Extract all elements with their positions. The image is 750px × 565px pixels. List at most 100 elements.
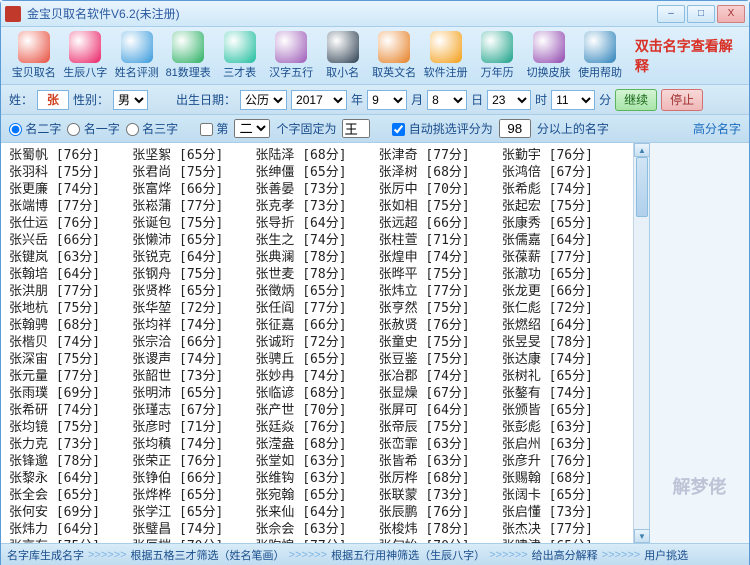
name-item[interactable]: 张豆鉴 [75分] — [379, 351, 502, 368]
name-item[interactable]: 张葆薪 [77分] — [502, 249, 625, 266]
name-item[interactable]: 张兴岳 [66分] — [9, 232, 132, 249]
name-item[interactable]: 张导折 [64分] — [255, 215, 378, 232]
name-item[interactable]: 张懒沛 [65分] — [132, 232, 255, 249]
name-item[interactable]: 张羽科 [75分] — [9, 164, 132, 181]
name-item[interactable]: 张任阎 [77分] — [255, 300, 378, 317]
name-item[interactable]: 张赐翰 [68分] — [502, 470, 625, 487]
name-item[interactable]: 张雨璞 [69分] — [9, 385, 132, 402]
toolbar-软件注册[interactable]: 软件注册 — [421, 29, 470, 82]
name-item[interactable]: 张更廉 [74分] — [9, 181, 132, 198]
name-item[interactable]: 张坚絮 [65分] — [132, 147, 255, 164]
name-item[interactable]: 张颁皆 [65分] — [502, 402, 625, 419]
toolbar-81数理表[interactable]: 81数理表 — [163, 29, 212, 82]
name-item[interactable]: 张荣正 [76分] — [132, 453, 255, 470]
name-item[interactable]: 张锐克 [64分] — [132, 249, 255, 266]
name-item[interactable]: 张澈功 [65分] — [502, 266, 625, 283]
toolbar-姓名评测[interactable]: 姓名评测 — [112, 29, 161, 82]
gender-select[interactable]: 男 — [113, 90, 148, 110]
name-item[interactable]: 张均祥 [74分] — [132, 317, 255, 334]
name-item[interactable]: 张力克 [73分] — [9, 436, 132, 453]
name-item[interactable]: 张昱旻 [78分] — [502, 334, 625, 351]
hour-select[interactable]: 23 — [487, 90, 531, 110]
toolbar-使用帮助[interactable]: 使用帮助 — [575, 29, 624, 82]
scroll-up-icon[interactable]: ▲ — [634, 143, 650, 157]
name-item[interactable]: 张联蒙 [73分] — [379, 487, 502, 504]
name-item[interactable]: 张铮伯 [66分] — [132, 470, 255, 487]
minute-select[interactable]: 11 — [551, 90, 595, 110]
name-item[interactable]: 张辰桤 [70分] — [132, 538, 255, 543]
name-item[interactable]: 张帝辰 [75分] — [379, 419, 502, 436]
score-input[interactable] — [499, 119, 531, 138]
name-item[interactable]: 张生之 [74分] — [255, 232, 378, 249]
name-item[interactable]: 张如相 [75分] — [379, 198, 502, 215]
name-item[interactable]: 张堂如 [63分] — [255, 453, 378, 470]
toolbar-切换皮肤[interactable]: 切换皮肤 — [524, 29, 573, 82]
name-item[interactable]: 张勤宇 [76分] — [502, 147, 625, 164]
name-item[interactable]: 张皆希 [63分] — [379, 453, 502, 470]
name-item[interactable]: 张启州 [63分] — [502, 436, 625, 453]
toolbar-取小名[interactable]: 取小名 — [318, 29, 367, 82]
toolbar-生辰八字[interactable]: 生辰八字 — [60, 29, 109, 82]
stop-button[interactable]: 停止 — [661, 89, 703, 111]
calendar-select[interactable]: 公历 — [240, 90, 287, 110]
year-select[interactable]: 2017 — [291, 90, 347, 110]
close-button[interactable]: X — [717, 5, 745, 23]
name-item[interactable]: 张彦时 [71分] — [132, 419, 255, 436]
name-item[interactable]: 张树礼 [65分] — [502, 368, 625, 385]
name-item[interactable]: 张均镜 [75分] — [9, 419, 132, 436]
name-item[interactable]: 张端博 [77分] — [9, 198, 132, 215]
name-item[interactable]: 张翰培 [64分] — [9, 266, 132, 283]
name-item[interactable]: 张烨桦 [65分] — [132, 487, 255, 504]
name-item[interactable]: 张贤桦 [65分] — [132, 283, 255, 300]
name-item[interactable]: 张亨然 [75分] — [379, 300, 502, 317]
name-item[interactable]: 张儒嘉 [64分] — [502, 232, 625, 249]
scroll-thumb[interactable] — [636, 157, 648, 217]
day-select[interactable]: 8 — [427, 90, 467, 110]
name-item[interactable]: 张屏可 [64分] — [379, 402, 502, 419]
name-item[interactable]: 张产世 [70分] — [255, 402, 378, 419]
name-item[interactable]: 张诚珩 [72分] — [255, 334, 378, 351]
minimize-button[interactable]: – — [657, 5, 685, 23]
toolbar-万年历[interactable]: 万年历 — [472, 29, 521, 82]
name-item[interactable]: 张何安 [69分] — [9, 504, 132, 521]
surname-input[interactable] — [37, 90, 69, 110]
name-item[interactable]: 张绅僵 [65分] — [255, 164, 378, 181]
name-item[interactable]: 张黎永 [64分] — [9, 470, 132, 487]
name-item[interactable]: 张韶世 [73分] — [132, 368, 255, 385]
radio-2char[interactable]: 名二字 — [9, 120, 61, 137]
name-item[interactable]: 张均稹 [74分] — [132, 436, 255, 453]
name-item[interactable]: 张彦升 [76分] — [502, 453, 625, 470]
name-item[interactable]: 张克孝 [73分] — [255, 198, 378, 215]
name-item[interactable]: 张徵炳 [65分] — [255, 283, 378, 300]
name-item[interactable]: 张学江 [65分] — [132, 504, 255, 521]
name-item[interactable]: 张康秀 [65分] — [502, 215, 625, 232]
name-item[interactable]: 张峦霏 [63分] — [379, 436, 502, 453]
name-item[interactable]: 张瑾志 [67分] — [132, 402, 255, 419]
name-item[interactable]: 张达康 [74分] — [502, 351, 625, 368]
name-item[interactable]: 张廷焱 [76分] — [255, 419, 378, 436]
name-item[interactable]: 张仕运 [76分] — [9, 215, 132, 232]
name-item[interactable]: 张华堃 [72分] — [132, 300, 255, 317]
name-item[interactable]: 张柱萱 [71分] — [379, 232, 502, 249]
name-item[interactable]: 张元量 [77分] — [9, 368, 132, 385]
name-item[interactable]: 张童史 [75分] — [379, 334, 502, 351]
name-item[interactable]: 张希彪 [74分] — [502, 181, 625, 198]
name-item[interactable]: 张征嘉 [66分] — [255, 317, 378, 334]
name-item[interactable]: 张世麦 [78分] — [255, 266, 378, 283]
name-item[interactable]: 张杰决 [77分] — [502, 521, 625, 538]
scroll-down-icon[interactable]: ▼ — [634, 529, 650, 543]
name-item[interactable]: 张锋邈 [78分] — [9, 453, 132, 470]
name-item[interactable]: 张陆泽 [68分] — [255, 147, 378, 164]
name-item[interactable]: 张洪朋 [77分] — [9, 283, 132, 300]
name-item[interactable]: 张妙冉 [74分] — [255, 368, 378, 385]
name-item[interactable]: 张梭炜 [78分] — [379, 521, 502, 538]
toolbar-宝贝取名[interactable]: 宝贝取名 — [9, 29, 58, 82]
month-select[interactable]: 9 — [367, 90, 407, 110]
name-item[interactable]: 张临谚 [68分] — [255, 385, 378, 402]
name-item[interactable]: 张显燥 [67分] — [379, 385, 502, 402]
name-item[interactable]: 张键岚 [63分] — [9, 249, 132, 266]
name-item[interactable]: 张鏊有 [74分] — [502, 385, 625, 402]
name-item[interactable]: 张维钩 [63分] — [255, 470, 378, 487]
toolbar-汉字五行[interactable]: 汉字五行 — [266, 29, 315, 82]
name-item[interactable]: 张旬始 [70分] — [379, 538, 502, 543]
